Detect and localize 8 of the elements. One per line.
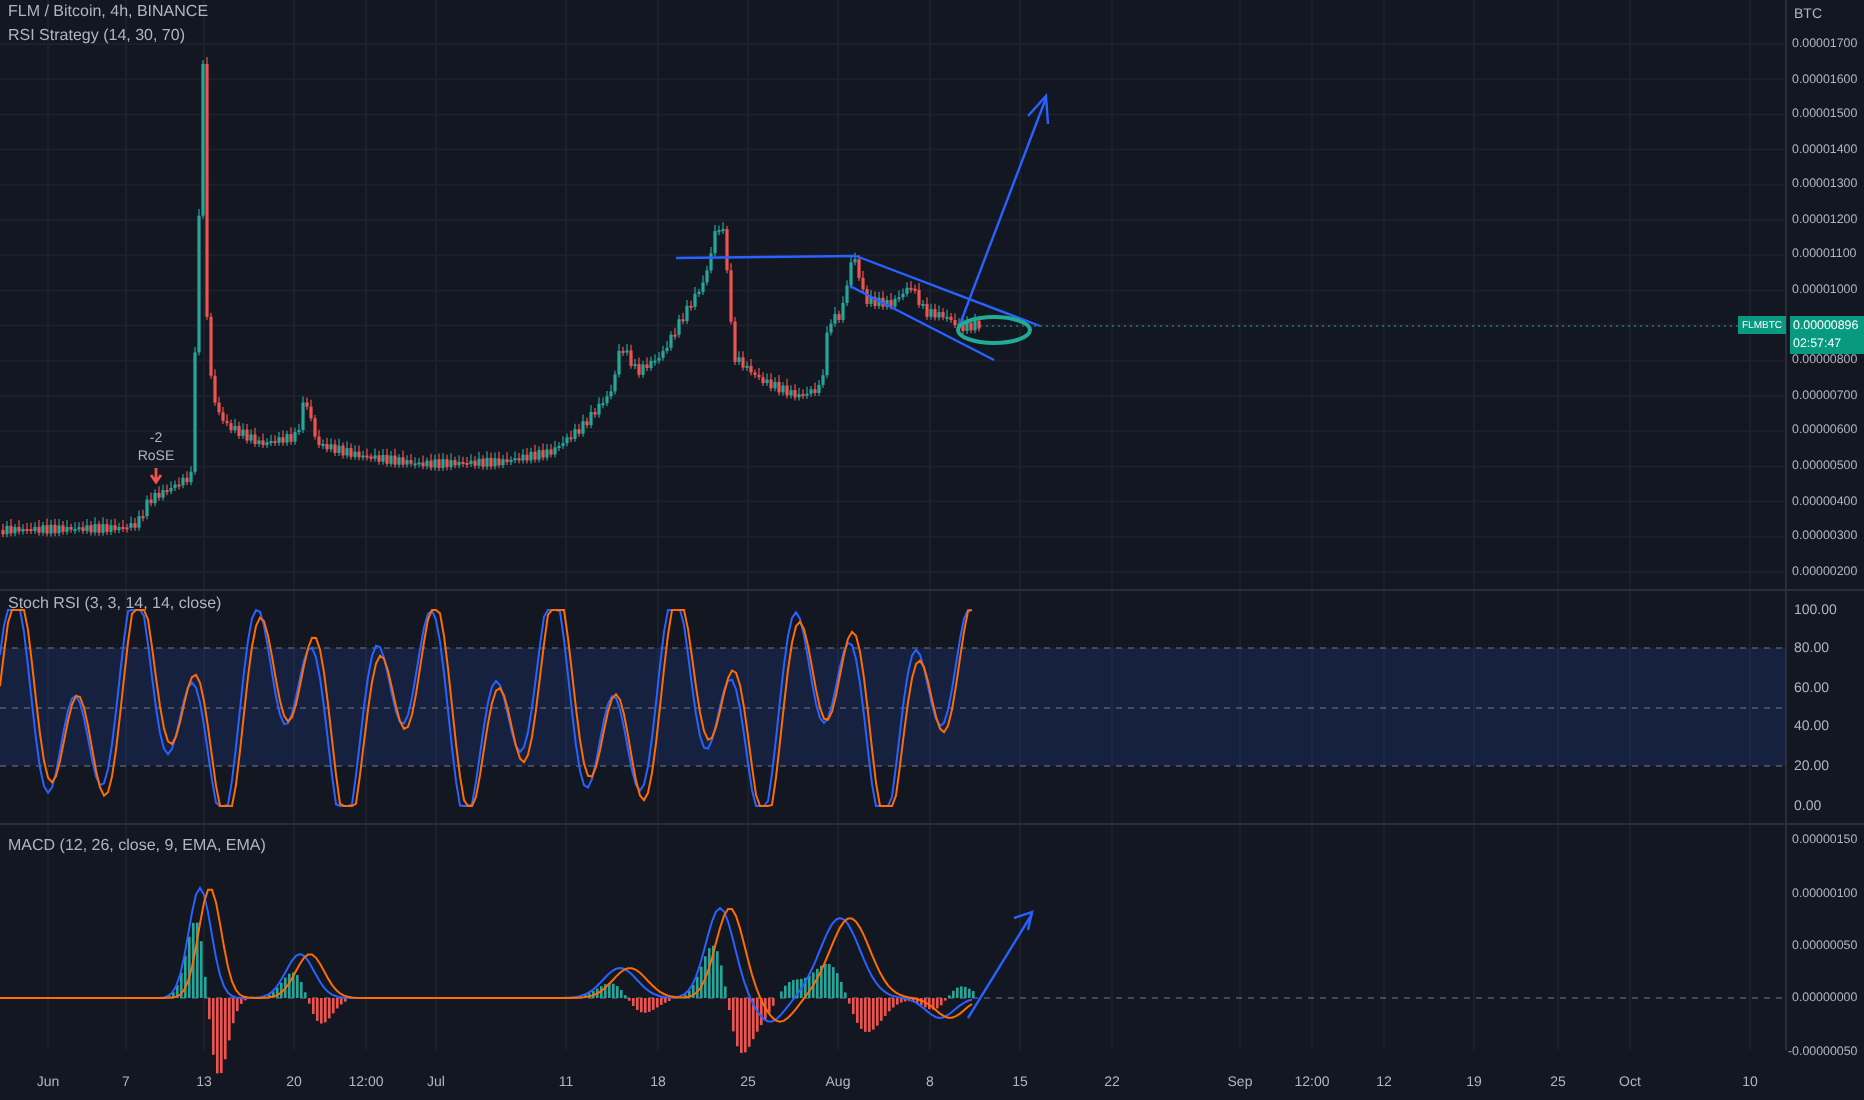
symbol-legend: FLM / Bitcoin, 4h, BINANCE — [8, 2, 209, 22]
macd-legend: MACD (12, 26, close, 9, EMA, EMA) — [8, 836, 266, 856]
strategy-legend: RSI Strategy (14, 30, 70) — [8, 26, 185, 46]
price-tag — [1790, 316, 1864, 354]
stoch-legend: Stoch RSI (3, 3, 14, 14, close) — [8, 594, 222, 614]
arrow-drawing — [966, 910, 1034, 1019]
ellipse-drawing — [956, 315, 1032, 345]
down-arrow-icon — [149, 466, 163, 485]
